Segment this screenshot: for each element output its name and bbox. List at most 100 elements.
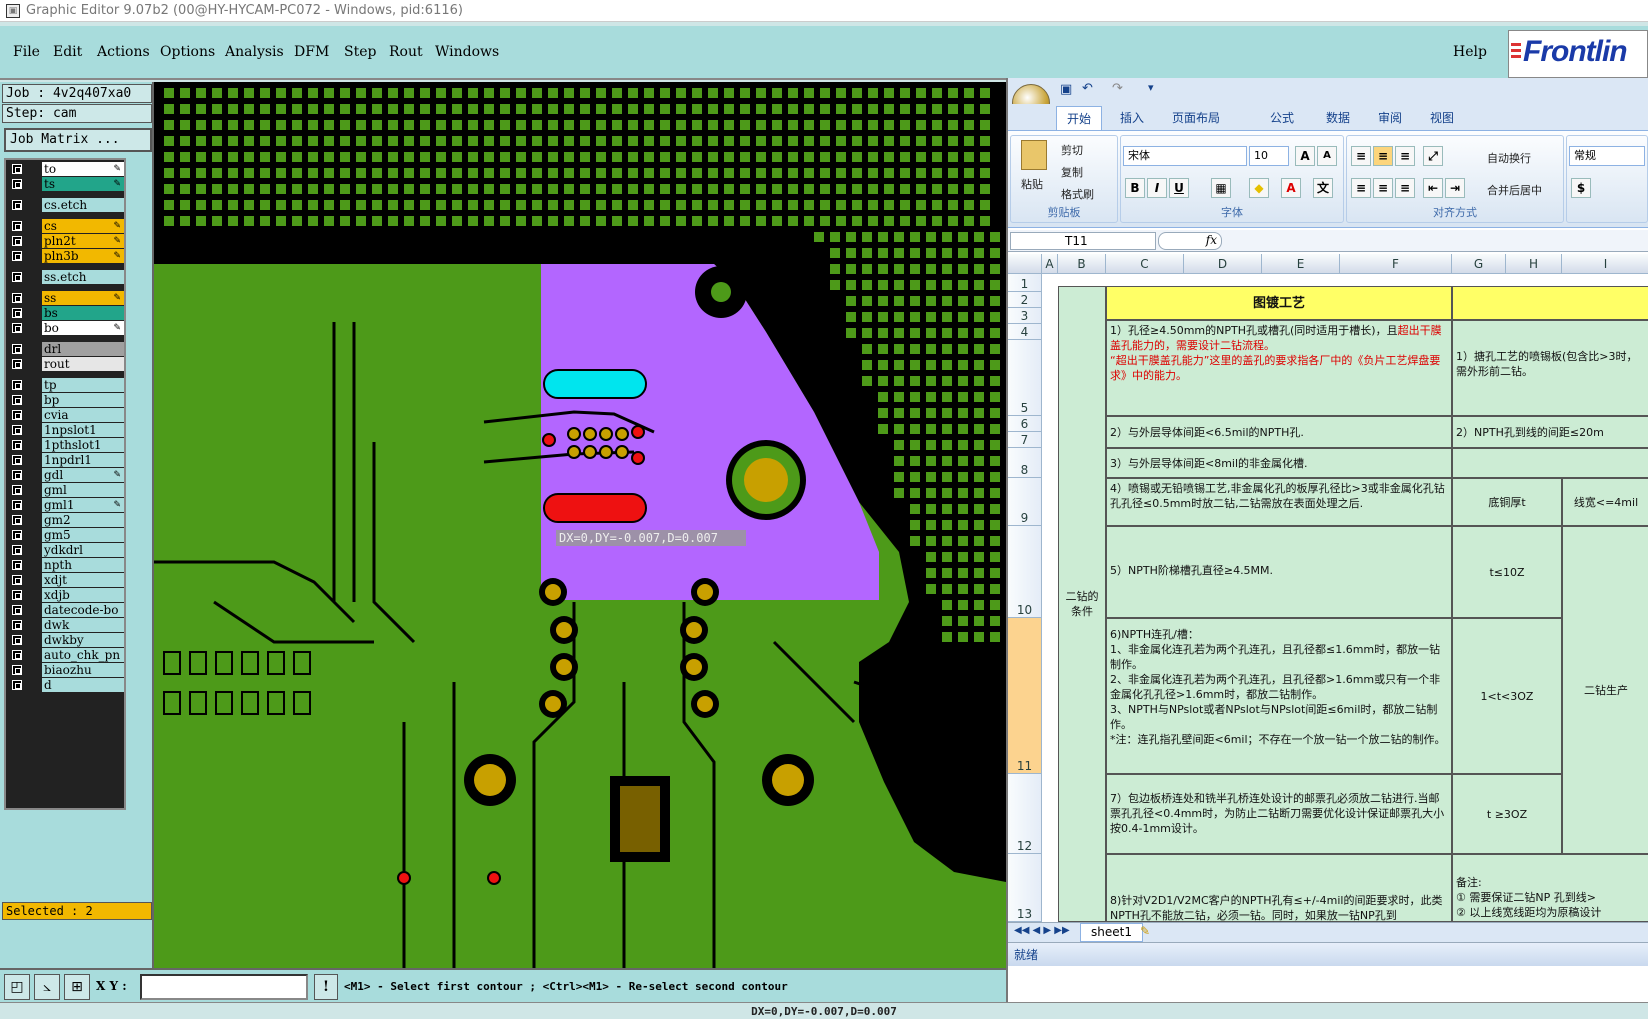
layer-row-xdjt[interactable]: xdjt: [8, 573, 124, 587]
layer-row-gdl[interactable]: gdl ✎: [8, 468, 124, 482]
layer-checkbox[interactable]: [12, 635, 22, 645]
layer-row-bo[interactable]: bo ✎: [8, 321, 124, 335]
exclaim-button[interactable]: !: [314, 974, 338, 1000]
layer-checkbox[interactable]: [12, 251, 22, 261]
cell-title[interactable]: 图镀工艺: [1106, 286, 1452, 320]
tab-home[interactable]: 开始: [1056, 106, 1103, 130]
layer-checkbox[interactable]: [12, 395, 22, 405]
grid-icon[interactable]: ⊞: [64, 974, 90, 1000]
layer-row-1npslot1[interactable]: 1npslot1: [8, 423, 124, 437]
tab-formulas[interactable]: 公式: [1270, 109, 1294, 126]
cut-button[interactable]: 剪切: [1061, 142, 1083, 158]
row-header[interactable]: 10: [1008, 526, 1042, 618]
sheet-tab[interactable]: sheet1: [1080, 923, 1143, 942]
number-format-select[interactable]: 常规: [1569, 146, 1645, 166]
font-name-select[interactable]: 宋体: [1123, 146, 1247, 166]
layer-checkbox[interactable]: [12, 545, 22, 555]
decrease-indent-icon[interactable]: ⇤: [1423, 178, 1443, 198]
underline-icon[interactable]: U: [1169, 178, 1189, 198]
row-header[interactable]: 9: [1008, 478, 1042, 526]
layer-checkbox[interactable]: [12, 590, 22, 600]
column-header[interactable]: F: [1340, 254, 1452, 274]
layer-checkbox[interactable]: [12, 425, 22, 435]
layer-row-gm5[interactable]: gm5: [8, 528, 124, 542]
cell-copper-2[interactable]: 1<t<3OZ: [1452, 618, 1562, 774]
cell-copper-header[interactable]: 底铜厚t: [1452, 478, 1562, 526]
row-header[interactable]: 7: [1008, 432, 1042, 448]
layer-row-cs.etch[interactable]: cs.etch: [8, 198, 124, 212]
layer-row-1npdrl1[interactable]: 1npdrl1: [8, 453, 124, 467]
shrink-font-icon[interactable]: A: [1317, 146, 1337, 166]
layer-row-rout[interactable]: rout: [8, 357, 124, 371]
layer-row-tp[interactable]: tp: [8, 378, 124, 392]
cell-rule-2[interactable]: 2）与外层导体间距<6.5mil的NPTH孔.: [1106, 416, 1452, 448]
layer-checkbox[interactable]: [12, 200, 22, 210]
layer-row-xdjb[interactable]: xdjb: [8, 588, 124, 602]
layer-checkbox[interactable]: [12, 380, 22, 390]
align-center-icon[interactable]: ≡: [1373, 178, 1393, 198]
layer-row-dwk[interactable]: dwk: [8, 618, 124, 632]
row-header[interactable]: 13: [1008, 854, 1042, 922]
fill-color-icon[interactable]: ◆: [1249, 178, 1269, 198]
cell-rule-1[interactable]: 1）孔径≥4.50mm的NPTH孔或槽孔(同时适用于槽长)，且超出干膜盖孔能力的…: [1106, 320, 1452, 416]
row-header[interactable]: 2: [1008, 292, 1042, 308]
layer-checkbox[interactable]: [12, 665, 22, 675]
layer-checkbox[interactable]: [12, 440, 22, 450]
row-header[interactable]: 8: [1008, 448, 1042, 478]
row-header-selected[interactable]: 11: [1008, 618, 1042, 774]
align-right-icon[interactable]: ≡: [1395, 178, 1415, 198]
align-left-icon[interactable]: ≡: [1351, 178, 1371, 198]
layer-row-auto_chk_pn[interactable]: auto_chk_pn: [8, 648, 124, 662]
layer-row-bp[interactable]: bp: [8, 393, 124, 407]
menu-file[interactable]: File: [13, 44, 40, 60]
layer-row-ss[interactable]: ss ✎: [8, 291, 124, 305]
paste-button[interactable]: 粘贴: [1021, 176, 1043, 192]
layer-checkbox[interactable]: [12, 221, 22, 231]
menu-windows[interactable]: Windows: [435, 44, 499, 60]
layer-row-pln3b[interactable]: pln3b ✎: [8, 249, 124, 263]
increase-indent-icon[interactable]: ⇥: [1445, 178, 1465, 198]
layer-row-d[interactable]: d: [8, 678, 124, 692]
cell-notes[interactable]: 备注: ① 需要保证二钻NP 孔到线> ② 以上线宽线距均为原稿设计 ③ 当此等…: [1452, 854, 1648, 922]
customize-icon[interactable]: ▾: [1148, 81, 1154, 94]
align-top-icon[interactable]: ≡: [1351, 146, 1371, 166]
orientation-icon[interactable]: ⤢: [1423, 146, 1443, 166]
layer-checkbox[interactable]: [12, 164, 22, 174]
column-header[interactable]: C: [1106, 254, 1184, 274]
layer-row-ts[interactable]: ts ✎: [8, 177, 124, 191]
job-matrix-button[interactable]: Job Matrix ...: [4, 128, 152, 152]
layer-row-pln2t[interactable]: pln2t ✎: [8, 234, 124, 248]
tab-review[interactable]: 审阅: [1378, 109, 1402, 126]
row-header[interactable]: 1: [1008, 274, 1042, 292]
layer-checkbox[interactable]: [12, 560, 22, 570]
align-middle-icon[interactable]: ≡: [1373, 146, 1393, 166]
cell-rule-1-right[interactable]: 1）搪孔工艺的喷锡板(包含比>3时，需外形前二钻。: [1452, 320, 1648, 416]
column-header[interactable]: B: [1058, 254, 1106, 274]
layer-checkbox[interactable]: [12, 410, 22, 420]
layer-row-npth[interactable]: npth: [8, 558, 124, 572]
cell-rule-7[interactable]: 7）包边板桥连处和铣半孔桥连处设计的邮票孔必须放二钻进行.当邮票孔孔径<0.4m…: [1106, 774, 1452, 854]
phonetic-icon[interactable]: 文: [1313, 178, 1333, 198]
pcb-canvas[interactable]: DX=0,DY=-0.007,D=0.007: [154, 82, 1006, 968]
cell-rule-4[interactable]: 4）喷锡或无铅喷锡工艺,非金属化孔的板厚孔径比>3或非金属化孔钻孔孔径≤0.5m…: [1106, 478, 1452, 526]
layer-checkbox[interactable]: [12, 650, 22, 660]
layer-checkbox[interactable]: [12, 308, 22, 318]
bold-icon[interactable]: B: [1125, 178, 1145, 198]
layer-row-dwkby[interactable]: dwkby: [8, 633, 124, 647]
cell-rule-6[interactable]: 6)NPTH连孔/槽： 1、非金属化连孔若为两个孔连孔，且孔径都≤1.6mm时，…: [1106, 618, 1452, 774]
layer-row-to[interactable]: to ✎: [8, 162, 124, 176]
tab-view[interactable]: 视图: [1430, 109, 1454, 126]
layer-row-1pthslot1[interactable]: 1pthslot1: [8, 438, 124, 452]
layer-row-gml1[interactable]: gml1 ✎: [8, 498, 124, 512]
menu-rout[interactable]: Rout: [389, 44, 423, 60]
menu-help[interactable]: Help: [1453, 44, 1487, 60]
currency-icon[interactable]: $: [1571, 178, 1591, 198]
cell-copper-3[interactable]: t ≥3OZ: [1452, 774, 1562, 854]
menu-analysis[interactable]: Analysis: [225, 44, 284, 60]
align-bottom-icon[interactable]: ≡: [1395, 146, 1415, 166]
layer-checkbox[interactable]: [12, 680, 22, 690]
layer-checkbox[interactable]: [12, 359, 22, 369]
sheet-nav-icon[interactable]: ◀◀ ◀ ▶ ▶▶: [1014, 925, 1070, 936]
cell-rule-5[interactable]: 5）NPTH阶梯槽孔直径≥4.5MM.: [1106, 526, 1452, 618]
cell-width-header[interactable]: 线宽<=4mil: [1562, 478, 1648, 526]
